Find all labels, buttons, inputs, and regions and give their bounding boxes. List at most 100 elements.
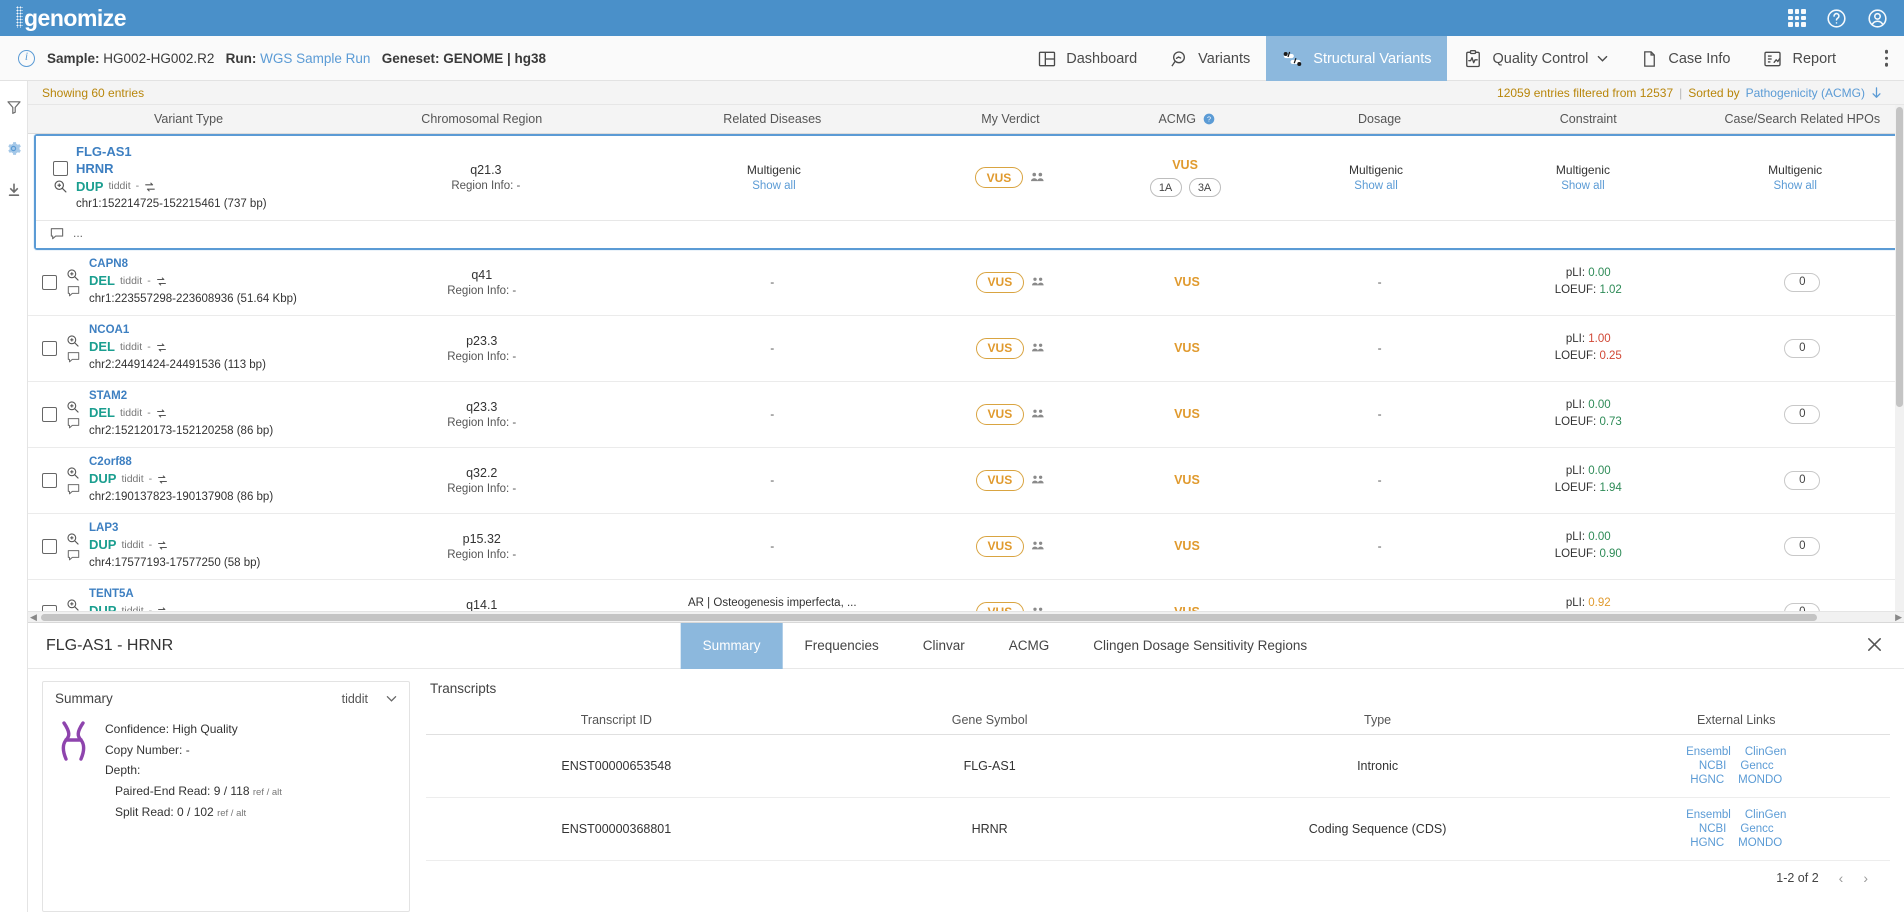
- hpo-count-pill[interactable]: 0: [1784, 470, 1821, 490]
- hpo-count-pill[interactable]: 0: [1784, 536, 1821, 556]
- link-clingen[interactable]: ClinGen: [1745, 746, 1787, 758]
- comment-icon[interactable]: [67, 549, 80, 561]
- swap-arrows-icon[interactable]: [156, 276, 167, 287]
- next-page-icon[interactable]: ›: [1863, 870, 1868, 886]
- swap-arrows-icon[interactable]: [157, 540, 168, 551]
- tab-report[interactable]: Report: [1746, 36, 1852, 81]
- detail-tab-clingen-dosage[interactable]: Clingen Dosage Sensitivity Regions: [1071, 623, 1329, 669]
- comment-icon[interactable]: [67, 351, 80, 363]
- table-row[interactable]: TENT5A DUP tiddit - chr6:81752012-817520…: [28, 579, 1904, 611]
- row-checkbox[interactable]: [52, 161, 68, 177]
- column-acmg[interactable]: ACMG ?: [1090, 105, 1284, 134]
- tab-variants[interactable]: Variants: [1153, 36, 1266, 81]
- link-gencc[interactable]: Gencc: [1740, 760, 1773, 772]
- acmg-help-icon[interactable]: ?: [1203, 113, 1215, 125]
- row-checkbox[interactable]: [42, 472, 57, 488]
- gene-name[interactable]: CAPN8: [89, 257, 297, 273]
- acmg-code-1[interactable]: 3A: [1188, 178, 1221, 198]
- table-row[interactable]: C2orf88 DUP tiddit - chr2:190137823-1901…: [28, 447, 1904, 514]
- tab-structural-variants[interactable]: Structural Variants: [1266, 36, 1448, 81]
- gene-name[interactable]: LAP3: [89, 521, 260, 537]
- zoom-in-icon[interactable]: [66, 598, 80, 611]
- table-row[interactable]: NCOA1 DEL tiddit - chr2:24491424-2449153…: [28, 315, 1904, 382]
- tab-dashboard[interactable]: Dashboard: [1021, 36, 1153, 81]
- community-verdict-icon[interactable]: [1031, 342, 1045, 354]
- gene-name[interactable]: C2orf88: [89, 455, 273, 471]
- column-dosage[interactable]: Dosage: [1283, 105, 1476, 134]
- comment-icon[interactable]: [50, 227, 64, 240]
- link-clingen[interactable]: ClinGen: [1745, 809, 1787, 821]
- link-hgnc[interactable]: HGNC: [1690, 837, 1724, 849]
- my-verdict-pill[interactable]: VUS: [975, 535, 1025, 557]
- table-row[interactable]: STAM2 DEL tiddit - chr2:152120173-152120…: [28, 381, 1904, 448]
- download-icon[interactable]: [6, 182, 22, 201]
- link-mondo[interactable]: MONDO: [1738, 837, 1782, 849]
- sorted-by-value[interactable]: Pathogenicity (ACMG): [1746, 86, 1865, 100]
- community-verdict-icon[interactable]: [1031, 276, 1045, 288]
- community-verdict-icon[interactable]: [1031, 606, 1045, 611]
- table-horizontal-scrollbar[interactable]: ◀ ▶: [28, 611, 1904, 622]
- community-verdict-icon[interactable]: [1031, 408, 1045, 420]
- zoom-in-icon[interactable]: [66, 400, 80, 414]
- detail-tab-summary[interactable]: Summary: [680, 622, 783, 669]
- gene-name[interactable]: TENT5A: [89, 587, 260, 603]
- row-checkbox[interactable]: [42, 604, 57, 611]
- hpo-count-pill[interactable]: 0: [1784, 404, 1821, 424]
- gene-name-1[interactable]: HRNR: [76, 160, 267, 178]
- column-case-search-hpos[interactable]: Case/Search Related HPOs: [1700, 105, 1904, 134]
- summary-caller-dropdown[interactable]: tiddit: [342, 692, 397, 706]
- hpo-count-pill[interactable]: 0: [1784, 602, 1821, 611]
- detail-tab-frequencies[interactable]: Frequencies: [782, 623, 900, 669]
- link-mondo[interactable]: MONDO: [1738, 774, 1782, 786]
- zoom-in-icon[interactable]: [66, 532, 80, 546]
- table-vertical-scrollbar[interactable]: [1895, 105, 1904, 611]
- filter-icon[interactable]: [6, 99, 22, 118]
- column-related-diseases[interactable]: Related Diseases: [614, 105, 931, 134]
- link-ensembl[interactable]: Ensembl: [1686, 746, 1731, 758]
- column-constraint[interactable]: Constraint: [1475, 105, 1701, 134]
- column-my-verdict[interactable]: My Verdict: [930, 105, 1091, 134]
- close-icon[interactable]: [1865, 635, 1884, 657]
- swap-arrows-icon[interactable]: [144, 181, 156, 193]
- row-checkbox[interactable]: [42, 274, 57, 290]
- overflow-menu-icon[interactable]: [1884, 49, 1888, 67]
- constraint-show-all[interactable]: Show all: [1472, 180, 1695, 192]
- related-diseases-show-all[interactable]: Show all: [617, 180, 930, 192]
- column-chromosomal-region[interactable]: Chromosomal Region: [349, 105, 615, 134]
- my-verdict-pill[interactable]: VUS: [975, 403, 1025, 425]
- detail-tab-clinvar[interactable]: Clinvar: [901, 623, 987, 669]
- user-account-icon[interactable]: [1867, 8, 1888, 29]
- link-hgnc[interactable]: HGNC: [1690, 774, 1724, 786]
- row-expand-dots[interactable]: ...: [73, 226, 83, 240]
- table-row[interactable]: LAP3 DUP tiddit - chr4:17577193-17577250…: [28, 513, 1904, 580]
- swap-arrows-icon[interactable]: [156, 342, 167, 353]
- chevron-down-icon[interactable]: [1597, 53, 1608, 64]
- community-verdict-icon[interactable]: [1030, 171, 1045, 184]
- row-checkbox[interactable]: [42, 340, 57, 356]
- swap-arrows-icon[interactable]: [157, 606, 168, 611]
- my-verdict-pill[interactable]: VUS: [974, 167, 1024, 189]
- settings-gear-icon[interactable]: [5, 140, 22, 160]
- acmg-code-0[interactable]: 1A: [1149, 178, 1182, 198]
- gene-name[interactable]: NCOA1: [89, 323, 266, 339]
- link-ensembl[interactable]: Ensembl: [1686, 809, 1731, 821]
- swap-arrows-icon[interactable]: [156, 408, 167, 419]
- comment-icon[interactable]: [67, 417, 80, 429]
- comment-icon[interactable]: [67, 285, 80, 297]
- apps-grid-icon[interactable]: [1788, 9, 1806, 27]
- table-row-selected[interactable]: FLG-AS1 HRNR DUP tiddit - chr1:152214725…: [28, 133, 1904, 250]
- dosage-show-all[interactable]: Show all: [1281, 180, 1472, 192]
- community-verdict-icon[interactable]: [1031, 474, 1045, 486]
- scrollbar-thumb[interactable]: [1896, 107, 1903, 407]
- tab-quality-control[interactable]: Quality Control: [1447, 36, 1624, 81]
- my-verdict-pill[interactable]: VUS: [975, 337, 1025, 359]
- my-verdict-pill[interactable]: VUS: [975, 469, 1025, 491]
- table-row[interactable]: CAPN8 DEL tiddit - chr1:223557298-223608…: [28, 249, 1904, 316]
- gene-name-0[interactable]: FLG-AS1: [76, 143, 267, 161]
- gene-name[interactable]: STAM2: [89, 389, 273, 405]
- info-icon[interactable]: i: [18, 49, 35, 67]
- hpo-show-all[interactable]: Show all: [1694, 180, 1896, 192]
- scroll-right-icon[interactable]: ▶: [1895, 612, 1902, 623]
- zoom-in-icon[interactable]: [66, 334, 80, 348]
- swap-arrows-icon[interactable]: [157, 474, 168, 485]
